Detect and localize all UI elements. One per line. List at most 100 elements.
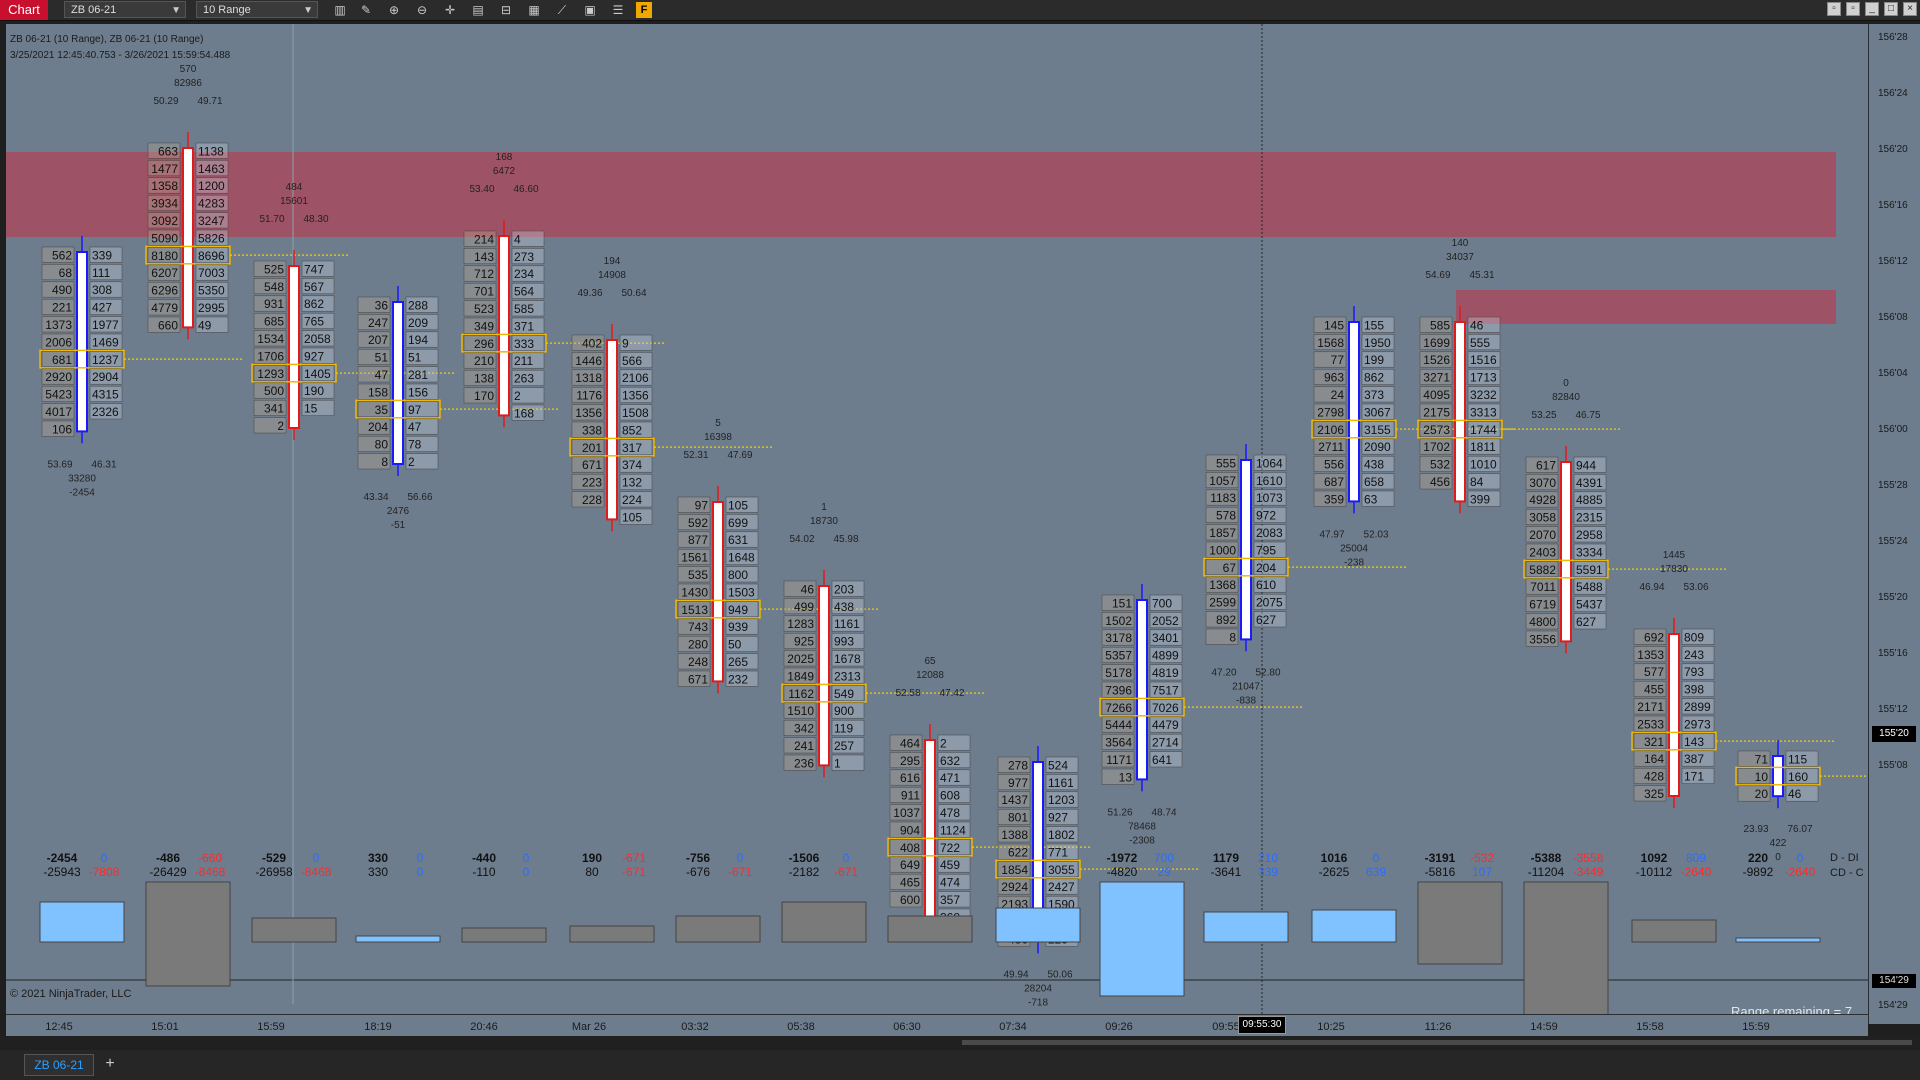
bar-cum-delta-2: -7808 <box>89 865 120 879</box>
ask-volume: 927 <box>1048 811 1068 825</box>
bar-stat: 50.29 <box>153 96 178 107</box>
ask-volume: 2052 <box>1152 614 1179 628</box>
bar-delta: -1506 <box>789 851 820 865</box>
bid-volume: 248 <box>688 655 708 669</box>
bid-volume: 555 <box>1216 456 1236 470</box>
zoom-out-icon[interactable]: ⊖ <box>414 2 430 18</box>
bar-cum-delta-2: -671 <box>622 865 646 879</box>
volume-box <box>781 901 867 943</box>
bid-volume: 2025 <box>787 652 814 666</box>
ask-volume: 427 <box>92 301 112 315</box>
bar-cum-delta-2: -8468 <box>195 865 226 879</box>
bar-type-icon[interactable]: ▥ <box>332 2 348 18</box>
ask-volume: 1405 <box>304 367 331 381</box>
ask-volume: 800 <box>728 568 748 582</box>
bid-volume: 5178 <box>1105 666 1132 680</box>
close-icon[interactable]: × <box>1903 2 1917 16</box>
add-tab-icon[interactable]: + <box>100 1054 120 1074</box>
ask-volume: 1064 <box>1256 456 1283 470</box>
ask-volume: 471 <box>940 771 960 785</box>
ask-volume: 1200 <box>198 179 225 193</box>
bid-volume: 325 <box>1644 787 1664 801</box>
strategies-icon[interactable]: ⟋ <box>554 2 570 18</box>
bid-volume: 592 <box>688 516 708 530</box>
bar-delta-2: -532 <box>1470 851 1494 865</box>
ask-volume: 2995 <box>198 301 225 315</box>
ask-volume: 105 <box>622 510 642 524</box>
scrollbar-thumb[interactable] <box>962 1040 1912 1045</box>
bid-volume: 500 <box>264 384 284 398</box>
volume-box <box>995 907 1081 943</box>
volume-box <box>887 915 973 943</box>
ask-volume: 257 <box>834 739 854 753</box>
ask-volume: 373 <box>1364 388 1384 402</box>
properties-icon[interactable]: ▣ <box>582 2 598 18</box>
templates-icon[interactable]: ☰ <box>610 2 626 18</box>
bar-stat: 194 <box>604 256 621 267</box>
zoom-in-icon[interactable]: ⊕ <box>386 2 402 18</box>
bid-volume: 1000 <box>1209 543 1236 557</box>
maximize-icon[interactable]: □ <box>1884 2 1898 16</box>
bid-volume: 925 <box>794 635 814 649</box>
ask-volume: 333 <box>514 337 534 351</box>
bar-delta: -756 <box>686 851 710 865</box>
bid-volume: 801 <box>1008 811 1028 825</box>
ask-volume: 224 <box>622 493 642 507</box>
bar-type-selector[interactable]: 10 Range ▼ <box>196 1 318 18</box>
footprint-chart: 5626849022113732006681292054234017106339… <box>6 24 1868 1024</box>
bid-volume: 556 <box>1324 458 1344 472</box>
bar-delta: 1179 <box>1213 851 1239 865</box>
cum-delta-row-label: CD - C <box>1830 867 1864 879</box>
price-label: 155'16 <box>1878 648 1908 659</box>
bid-volume: 1849 <box>787 669 814 683</box>
chevron-down-icon: ▼ <box>171 5 181 16</box>
time-axis[interactable]: 12:45 15:01 15:59 18:19 20:46 Mar 26 03:32 05:3… <box>6 1014 1868 1037</box>
price-label: 156'28 <box>1878 32 1908 43</box>
bid-volume: 47 <box>375 368 389 382</box>
ask-volume: 211 <box>514 354 533 368</box>
horizontal-scrollbar[interactable] <box>0 1036 1920 1050</box>
bid-volume: 1368 <box>1209 578 1236 592</box>
indicators-icon[interactable]: ▦ <box>526 2 542 18</box>
minimize-icon[interactable]: _ <box>1865 2 1879 16</box>
bid-volume: 210 <box>474 354 494 368</box>
chart-trader-icon[interactable]: ⊟ <box>498 2 514 18</box>
volume-box <box>1203 911 1289 943</box>
data-box-icon[interactable]: ▤ <box>470 2 486 18</box>
bid-volume: 1283 <box>787 617 814 631</box>
candle-body <box>182 147 194 329</box>
bid-volume: 6207 <box>151 266 178 280</box>
ask-volume: 809 <box>1684 630 1704 644</box>
chart-panel[interactable]: ZB 06-21 (10 Range), ZB 06-21 (10 Range)… <box>6 24 1868 1024</box>
bar-stat: -51 <box>391 520 406 531</box>
tab-zb-06-21[interactable]: ZB 06-21 <box>24 1054 94 1076</box>
f-button[interactable]: F <box>636 2 652 18</box>
bid-volume: 10 <box>1755 770 1769 784</box>
bar-delta-2: 700 <box>1154 851 1174 865</box>
ask-volume: 1802 <box>1048 828 1075 842</box>
volume-box <box>1735 937 1821 943</box>
bid-volume: 151 <box>1112 596 1132 610</box>
chart-window-label[interactable]: Chart <box>0 0 48 20</box>
ask-volume: 2058 <box>304 332 331 346</box>
bid-volume: 465 <box>900 876 920 890</box>
tile-icon[interactable]: ▫ <box>1827 2 1841 16</box>
ask-volume: 49 <box>198 318 212 332</box>
ask-volume: 1744 <box>1470 423 1497 437</box>
instrument-selector[interactable]: ZB 06-21 ▼ <box>64 1 186 18</box>
crosshair-icon[interactable]: ✛ <box>442 2 458 18</box>
restore-icon[interactable]: ▫ <box>1846 2 1860 16</box>
bid-volume: 1162 <box>788 687 814 701</box>
bar-stat: 46.60 <box>513 184 538 195</box>
draw-tool-icon[interactable]: ✎ <box>358 2 374 18</box>
ask-volume: 63 <box>1364 492 1378 506</box>
bar-cum-delta-2: -2640 <box>1681 865 1712 879</box>
ask-volume: 232 <box>728 672 748 686</box>
bid-volume: 1699 <box>1423 336 1450 350</box>
cursor-time-marker: 09:55:30 <box>1238 1016 1286 1034</box>
price-axis[interactable]: 156'28 156'24 156'20 156'16 156'12 156'08 156'… <box>1868 24 1920 1024</box>
bar-stat: 49.71 <box>197 96 222 107</box>
bid-volume: 499 <box>794 600 814 614</box>
bid-volume: 3092 <box>151 214 178 228</box>
ask-volume: 46 <box>1470 318 1484 332</box>
